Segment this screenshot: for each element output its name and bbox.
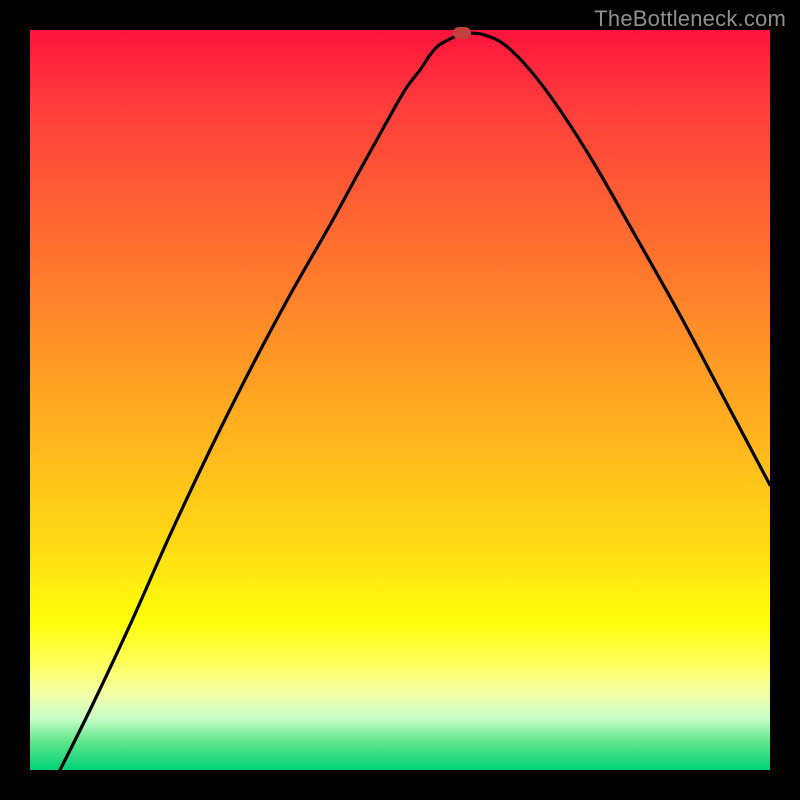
bottleneck-curve	[60, 33, 770, 770]
watermark-label: TheBottleneck.com	[594, 6, 786, 32]
chart-svg	[30, 30, 770, 770]
bottleneck-marker	[453, 27, 471, 39]
chart-frame: TheBottleneck.com	[0, 0, 800, 800]
